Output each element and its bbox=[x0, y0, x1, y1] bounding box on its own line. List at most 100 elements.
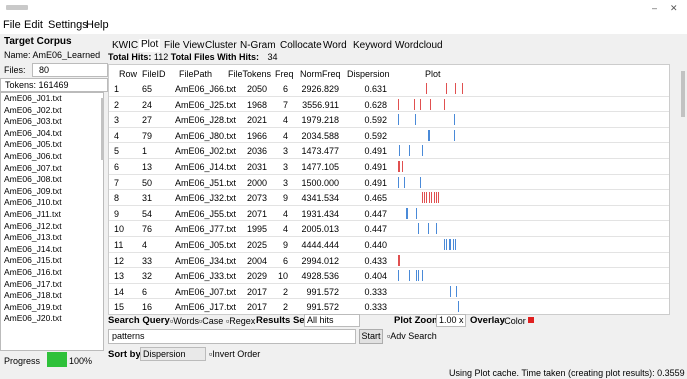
header-plot[interactable]: Plot bbox=[425, 69, 441, 79]
tab-wordcloud[interactable]: Wordcloud bbox=[395, 40, 443, 51]
corpus-file-item[interactable]: AmE06_J19.txt bbox=[1, 302, 103, 314]
invert-order-checkbox[interactable]: ▫Invert Order bbox=[209, 349, 260, 359]
header-normfreq[interactable]: NormFreq bbox=[300, 69, 341, 79]
header-freq[interactable]: Freq bbox=[275, 69, 294, 79]
cell-tokens: 2021 bbox=[246, 115, 267, 126]
words-checkbox[interactable]: ▫Words bbox=[170, 316, 199, 326]
tab-plot[interactable]: Plot bbox=[139, 39, 161, 52]
table-row[interactable]: 11 4 AmE06_J05.txt 2025 9 4444.444 0.440 bbox=[109, 237, 669, 253]
plot-hit-mark bbox=[434, 192, 435, 204]
cell-fileid: 1 bbox=[142, 146, 148, 157]
table-row[interactable]: 7 50 AmE06_J51.txt 2000 3 1500.000 0.491 bbox=[109, 174, 669, 191]
tab-keyword[interactable]: Keyword bbox=[353, 40, 392, 51]
corpus-file-item[interactable]: AmE06_J12.txt bbox=[1, 221, 103, 233]
header-fileid[interactable]: FileID bbox=[142, 69, 166, 79]
table-row[interactable]: 2 24 AmE06_J25.txt 1968 7 3556.911 0.628 bbox=[109, 96, 669, 113]
corpus-name-label: Name: bbox=[4, 50, 31, 60]
overlay-color-swatch[interactable] bbox=[528, 317, 534, 323]
header-filepath[interactable]: FilePath bbox=[179, 69, 212, 79]
menu-settings[interactable]: Settings bbox=[48, 19, 88, 31]
cell-tokens: 2017 bbox=[246, 302, 267, 313]
cell-fileid: 33 bbox=[142, 255, 153, 266]
search-input[interactable]: patterns bbox=[108, 329, 356, 344]
corpus-file-item[interactable]: AmE06_J15.txt bbox=[1, 255, 103, 267]
cell-disp: 0.592 bbox=[364, 130, 387, 141]
plot-zoom-input[interactable]: 1.00 x bbox=[436, 314, 466, 327]
table-row[interactable]: 15 16 AmE06_J17.txt 2017 2 991.572 0.333 bbox=[109, 299, 669, 314]
corpus-file-item[interactable]: AmE06_J06.txt bbox=[1, 151, 103, 163]
table-row[interactable]: 9 54 AmE06_J55.txt 2071 4 1931.434 0.447 bbox=[109, 205, 669, 222]
plot-hit-mark bbox=[404, 176, 405, 188]
corpus-file-item[interactable]: AmE06_J03.txt bbox=[1, 116, 103, 128]
menu-help[interactable]: Help bbox=[86, 19, 109, 31]
tab-collocate[interactable]: Collocate bbox=[280, 40, 322, 51]
cell-path: AmE06_J07.txt bbox=[175, 286, 237, 297]
tab-kwic[interactable]: KWIC bbox=[112, 40, 138, 51]
corpus-file-item[interactable]: AmE06_J05.txt bbox=[1, 139, 103, 151]
corpus-file-item[interactable]: AmE06_J18.txt bbox=[1, 290, 103, 302]
minimize-button[interactable]: – bbox=[652, 3, 657, 13]
corpus-file-item[interactable]: AmE06_J04.txt bbox=[1, 128, 103, 140]
corpus-file-item[interactable]: AmE06_J17.txt bbox=[1, 279, 103, 291]
corpus-file-item[interactable]: AmE06_J02.txt bbox=[1, 105, 103, 117]
cell-freq: 4 bbox=[282, 208, 288, 219]
table-row[interactable]: 14 6 AmE06_J07.txt 2017 2 991.572 0.333 bbox=[109, 283, 669, 300]
corpus-file-item[interactable]: AmE06_J20.txt bbox=[1, 313, 103, 325]
menu-edit[interactable]: Edit bbox=[24, 19, 43, 31]
cell-fileid: 6 bbox=[142, 286, 148, 297]
cell-norm: 1477.105 bbox=[301, 162, 339, 172]
corpus-file-item[interactable]: AmE06_J16.txt bbox=[1, 267, 103, 279]
corpus-file-item[interactable]: AmE06_J10.txt bbox=[1, 197, 103, 209]
plot-hit-mark bbox=[438, 192, 439, 204]
corpus-file-item[interactable]: AmE06_J09.txt bbox=[1, 186, 103, 198]
adv-search-checkbox[interactable]: ▫Adv Search bbox=[387, 331, 437, 341]
tab-n-gram[interactable]: N-Gram bbox=[240, 40, 276, 51]
table-row[interactable]: 5 1 AmE06_J02.txt 2036 3 1473.477 0.491 bbox=[109, 143, 669, 159]
menu-file[interactable]: File bbox=[3, 19, 21, 31]
table-row[interactable]: 8 31 AmE06_J32.txt 2073 9 4341.534 0.465 bbox=[109, 190, 669, 206]
cell-path: AmE06_J25.txt bbox=[175, 99, 237, 110]
overlay-checkbox[interactable]: ▫Color bbox=[501, 316, 526, 326]
plot-hit-mark bbox=[398, 176, 399, 188]
tab-file-view[interactable]: File View bbox=[164, 40, 204, 51]
cell-fileid: 76 bbox=[142, 224, 153, 235]
corpus-file-list[interactable]: AmE06_J01.txt AmE06_J02.txt AmE06_J03.txt A… bbox=[0, 92, 104, 351]
target-corpus-panel: Target Corpus Name: AmE06_Learned Files:… bbox=[0, 34, 108, 379]
table-row[interactable]: 1 65 AmE06_J66.txt 2050 6 2926.829 0.631 bbox=[109, 81, 669, 97]
cell-tokens: 2025 bbox=[246, 240, 267, 250]
table-row[interactable]: 3 27 AmE06_J28.txt 2021 4 1979.218 0.592 bbox=[109, 112, 669, 128]
cell-row: 1 bbox=[114, 84, 120, 94]
corpus-file-item[interactable]: AmE06_J08.txt bbox=[1, 174, 103, 186]
corpus-file-item[interactable]: AmE06_J11.txt bbox=[1, 209, 103, 221]
cell-tokens: 2017 bbox=[246, 286, 267, 297]
corpus-file-item[interactable]: AmE06_J01.txt bbox=[1, 93, 103, 105]
total-hits-value: 112 bbox=[153, 52, 169, 62]
cell-freq: 3 bbox=[282, 146, 288, 157]
table-row[interactable]: 4 79 AmE06_J80.txt 1966 4 2034.588 0.592 bbox=[109, 127, 669, 144]
corpus-file-item[interactable]: AmE06_J14.txt bbox=[1, 244, 103, 256]
results-set-select[interactable]: All hits bbox=[304, 314, 360, 327]
sort-by-select[interactable]: Dispersion bbox=[140, 347, 206, 361]
corpus-file-item[interactable]: AmE06_J13.txt bbox=[1, 232, 103, 244]
plot-hit-mark bbox=[436, 223, 437, 235]
header-dispersion[interactable]: Dispersion bbox=[347, 69, 390, 79]
tab-cluster[interactable]: Cluster bbox=[205, 40, 237, 51]
table-row[interactable]: 6 13 AmE06_J14.txt 2031 3 1477.105 0.491 bbox=[109, 159, 669, 175]
plot-zoom-label: Plot Zoom bbox=[394, 315, 441, 326]
cell-tokens: 2031 bbox=[246, 162, 267, 172]
tab-word[interactable]: Word bbox=[323, 40, 347, 51]
header-filetokens[interactable]: FileTokens bbox=[228, 69, 271, 79]
header-row[interactable]: Row bbox=[119, 69, 137, 79]
table-row[interactable]: 13 32 AmE06_J33.txt 2029 10 4928.536 0.404 bbox=[109, 268, 669, 284]
corpus-file-item[interactable]: AmE06_J07.txt bbox=[1, 163, 103, 175]
progress-bar bbox=[47, 352, 67, 367]
table-row[interactable]: 10 76 AmE06_J77.txt 1995 4 2005.013 0.447 bbox=[109, 221, 669, 237]
case-checkbox[interactable]: ▫Case bbox=[199, 316, 223, 326]
regex-checkbox[interactable]: ▫Regex bbox=[226, 316, 255, 326]
table-scrollbar-thumb[interactable] bbox=[681, 71, 685, 117]
start-button[interactable]: Start bbox=[359, 329, 383, 344]
plot-hit-mark bbox=[398, 270, 399, 282]
table-row[interactable]: 12 33 AmE06_J34.txt 2004 6 2994.012 0.433 bbox=[109, 252, 669, 269]
close-button[interactable]: ✕ bbox=[670, 3, 678, 14]
file-list-scrollbar[interactable] bbox=[101, 98, 104, 160]
